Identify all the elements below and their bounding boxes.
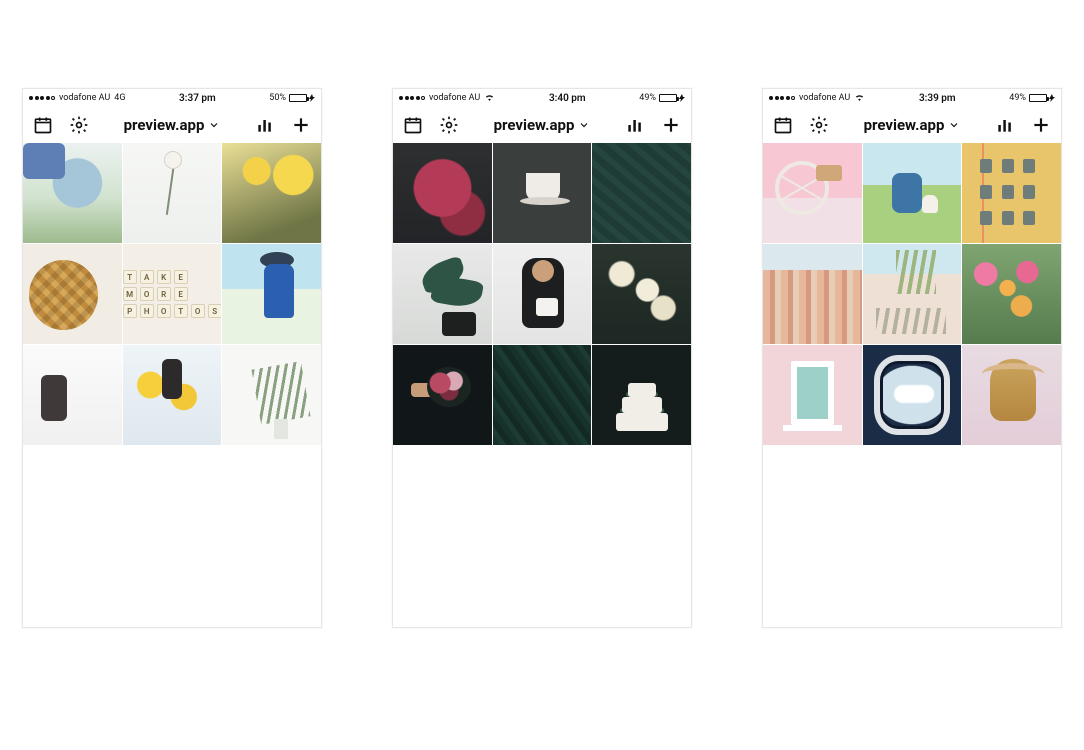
app-toolbar: preview.app bbox=[393, 107, 691, 143]
feed-grid: TAKE MORE PHOTOS bbox=[23, 143, 321, 445]
scrabble-letters: TAKE MORE PHOTOS bbox=[123, 270, 222, 318]
grid-tile[interactable] bbox=[222, 244, 321, 344]
chevron-down-icon bbox=[578, 119, 590, 131]
wifi-icon bbox=[854, 93, 865, 104]
grid-tile[interactable] bbox=[393, 244, 492, 344]
add-icon[interactable] bbox=[661, 115, 681, 135]
battery-pct-label: 50% bbox=[269, 93, 286, 103]
clock-label: 3:40 pm bbox=[549, 93, 586, 104]
chevron-down-icon bbox=[208, 119, 220, 131]
account-switcher[interactable]: preview.app bbox=[494, 116, 591, 134]
grid-tile[interactable] bbox=[23, 143, 122, 243]
app-toolbar: preview.app bbox=[23, 107, 321, 143]
account-switcher[interactable]: preview.app bbox=[864, 116, 961, 134]
grid-tile[interactable] bbox=[962, 244, 1061, 344]
add-icon[interactable] bbox=[1031, 115, 1051, 135]
stage: vodafone AU 4G 3:37 pm 50% bbox=[0, 0, 1084, 750]
grid-tile[interactable] bbox=[23, 244, 122, 344]
signal-dots-icon bbox=[399, 96, 425, 100]
account-switcher[interactable]: preview.app bbox=[124, 116, 221, 134]
grid-tile[interactable] bbox=[23, 345, 122, 445]
analytics-icon[interactable] bbox=[255, 115, 275, 135]
grid-tile[interactable] bbox=[863, 143, 962, 243]
signal-dots-icon bbox=[29, 96, 55, 100]
phone-screenshot-2: vodafone AU 3:40 pm 49% preview. bbox=[392, 88, 692, 628]
grid-tile[interactable] bbox=[763, 143, 862, 243]
grid-tile[interactable] bbox=[592, 244, 691, 344]
grid-tile[interactable] bbox=[763, 345, 862, 445]
signal-dots-icon bbox=[769, 96, 795, 100]
empty-area bbox=[23, 445, 321, 627]
gear-icon[interactable] bbox=[809, 115, 829, 135]
analytics-icon[interactable] bbox=[995, 115, 1015, 135]
grid-tile[interactable] bbox=[222, 143, 321, 243]
grid-tile[interactable] bbox=[493, 244, 592, 344]
feed-grid bbox=[763, 143, 1061, 445]
add-icon[interactable] bbox=[291, 115, 311, 135]
carrier-label: vodafone AU bbox=[429, 93, 480, 103]
clock-label: 3:39 pm bbox=[919, 93, 956, 104]
grid-tile[interactable] bbox=[123, 143, 222, 243]
grid-tile[interactable] bbox=[863, 345, 962, 445]
account-title-label: preview.app bbox=[864, 116, 945, 134]
clock-label: 3:37 pm bbox=[179, 93, 216, 104]
grid-tile[interactable] bbox=[863, 244, 962, 344]
grid-tile[interactable]: TAKE MORE PHOTOS bbox=[123, 244, 222, 344]
grid-tile[interactable] bbox=[763, 244, 862, 344]
grid-tile[interactable] bbox=[962, 143, 1061, 243]
battery-icon bbox=[1029, 94, 1055, 102]
calendar-icon[interactable] bbox=[403, 115, 423, 135]
account-title-label: preview.app bbox=[494, 116, 575, 134]
grid-tile[interactable] bbox=[393, 345, 492, 445]
phone-screenshot-1: vodafone AU 4G 3:37 pm 50% bbox=[22, 88, 322, 628]
feed-grid bbox=[393, 143, 691, 445]
grid-tile[interactable] bbox=[393, 143, 492, 243]
grid-tile[interactable] bbox=[493, 345, 592, 445]
grid-tile[interactable] bbox=[123, 345, 222, 445]
network-label: 4G bbox=[114, 93, 125, 103]
battery-pct-label: 49% bbox=[639, 93, 656, 103]
grid-tile[interactable] bbox=[222, 345, 321, 445]
status-bar: vodafone AU 3:40 pm 49% bbox=[393, 89, 691, 107]
wifi-icon bbox=[484, 93, 495, 104]
account-title-label: preview.app bbox=[124, 116, 205, 134]
status-bar: vodafone AU 4G 3:37 pm 50% bbox=[23, 89, 321, 107]
status-bar: vodafone AU 3:39 pm 49% bbox=[763, 89, 1061, 107]
battery-pct-label: 49% bbox=[1009, 93, 1026, 103]
phone-screenshot-3: vodafone AU 3:39 pm 49% preview. bbox=[762, 88, 1062, 628]
chevron-down-icon bbox=[948, 119, 960, 131]
grid-tile[interactable] bbox=[592, 143, 691, 243]
calendar-icon[interactable] bbox=[33, 115, 53, 135]
grid-tile[interactable] bbox=[592, 345, 691, 445]
gear-icon[interactable] bbox=[439, 115, 459, 135]
battery-icon bbox=[289, 94, 315, 102]
empty-area bbox=[763, 445, 1061, 627]
carrier-label: vodafone AU bbox=[59, 93, 110, 103]
calendar-icon[interactable] bbox=[773, 115, 793, 135]
gear-icon[interactable] bbox=[69, 115, 89, 135]
app-toolbar: preview.app bbox=[763, 107, 1061, 143]
analytics-icon[interactable] bbox=[625, 115, 645, 135]
battery-icon bbox=[659, 94, 685, 102]
empty-area bbox=[393, 445, 691, 627]
carrier-label: vodafone AU bbox=[799, 93, 850, 103]
grid-tile[interactable] bbox=[493, 143, 592, 243]
grid-tile[interactable] bbox=[962, 345, 1061, 445]
